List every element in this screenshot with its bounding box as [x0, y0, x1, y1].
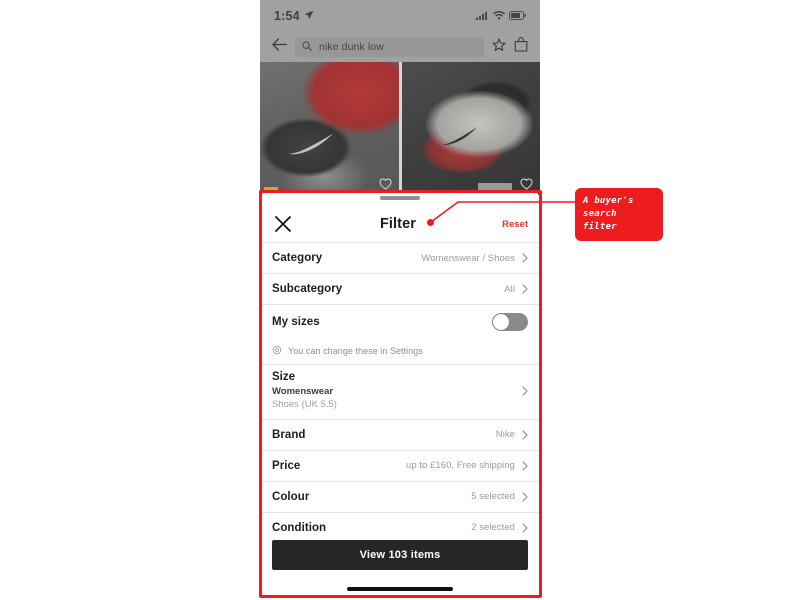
- star-icon[interactable]: [492, 37, 506, 57]
- back-arrow-icon[interactable]: [272, 38, 288, 56]
- chevron-right-icon: [522, 461, 528, 471]
- size-value-secondary: Shoes (UK 5.5): [272, 398, 337, 410]
- filter-row-my-sizes: My sizes: [260, 304, 540, 338]
- phone-screen: 1:54 nike dunk low Filter Reset Category…: [260, 0, 540, 600]
- row-label: Subcategory: [272, 283, 343, 295]
- gear-icon: [272, 342, 282, 360]
- screenshot-stage: 1:54 nike dunk low Filter Reset Category…: [0, 0, 800, 600]
- callout-line-2: search filter: [583, 209, 617, 233]
- filter-row-colour[interactable]: Colour 5 selected: [260, 480, 540, 512]
- search-input[interactable]: nike dunk low: [295, 37, 484, 57]
- cta-container: View 103 items: [260, 540, 540, 570]
- row-value: 2 selected: [471, 522, 515, 534]
- page-title: Filter: [379, 216, 417, 232]
- row-value: Womenswear / Shoes: [421, 252, 515, 264]
- row-label: My sizes: [272, 315, 320, 328]
- battery-icon: [509, 7, 526, 25]
- search-bar: nike dunk low: [260, 32, 540, 62]
- nike-swoosh-icon: [286, 133, 333, 155]
- status-time: 1:54: [274, 9, 300, 23]
- close-icon[interactable]: [272, 213, 294, 235]
- filter-row-subcategory[interactable]: Subcategory All: [260, 273, 540, 304]
- row-value: up to £160, Free shipping: [406, 460, 515, 472]
- status-bar-left: 1:54: [274, 7, 314, 25]
- status-bar: 1:54: [260, 0, 540, 32]
- row-value: All: [504, 283, 515, 295]
- search-icon: [302, 38, 312, 56]
- search-results-backdrop: 1:54 nike dunk low: [260, 0, 540, 200]
- chevron-right-icon: [522, 492, 528, 502]
- status-bar-right: [476, 7, 526, 25]
- row-label: Brand: [272, 428, 306, 441]
- filter-row-condition[interactable]: Condition 2 selected: [260, 511, 540, 543]
- filter-row-price[interactable]: Price up to £160, Free shipping: [260, 449, 540, 481]
- toggle-knob: [493, 313, 509, 330]
- filter-sheet-header: Filter Reset: [260, 206, 540, 242]
- settings-note-text: You can change these in Settings: [288, 346, 423, 356]
- my-sizes-toggle[interactable]: [492, 312, 528, 331]
- chevron-right-icon: [522, 430, 528, 440]
- filter-sheet: Filter Reset Category Womenswear / Shoes…: [260, 190, 540, 600]
- home-indicator: [347, 587, 453, 591]
- row-label: Colour: [272, 490, 310, 503]
- settings-note: You can change these in Settings: [260, 338, 540, 364]
- product-tile[interactable]: [401, 62, 540, 200]
- annotation-anchor-dot: [427, 219, 434, 226]
- shopping-bag-icon[interactable]: [514, 37, 528, 57]
- row-label: Price: [272, 459, 301, 472]
- chevron-right-icon: [522, 523, 528, 533]
- row-value: Nike: [495, 429, 515, 441]
- row-label: Condition: [272, 521, 327, 534]
- product-tile[interactable]: [260, 62, 399, 200]
- wifi-icon: [493, 7, 505, 25]
- filter-row-brand[interactable]: Brand Nike: [260, 418, 540, 450]
- filter-rows: Category Womenswear / Shoes Subcategory …: [260, 242, 540, 543]
- row-label: Category: [272, 252, 323, 264]
- drag-handle[interactable]: [380, 196, 420, 200]
- product-grid: [260, 62, 540, 200]
- cellular-signal-icon: [476, 7, 489, 25]
- callout-line-1: A buyer's: [583, 196, 634, 206]
- view-items-button[interactable]: View 103 items: [272, 540, 528, 570]
- filter-row-size[interactable]: Size Womenswear Shoes (UK 5.5): [260, 364, 540, 419]
- chevron-right-icon: [522, 284, 528, 294]
- row-value: 5 selected: [471, 491, 515, 503]
- reset-button[interactable]: Reset: [502, 219, 528, 230]
- size-value-primary: Womenswear: [272, 386, 334, 397]
- location-arrow-icon: [304, 7, 314, 25]
- nike-swoosh-icon: [439, 127, 477, 145]
- chevron-right-icon: [522, 383, 528, 401]
- row-label: Size: [272, 371, 296, 383]
- chevron-right-icon: [522, 253, 528, 263]
- annotation-callout: A buyer's search filter: [575, 188, 663, 242]
- search-query-text: nike dunk low: [319, 41, 384, 53]
- filter-row-category[interactable]: Category Womenswear / Shoes: [260, 242, 540, 273]
